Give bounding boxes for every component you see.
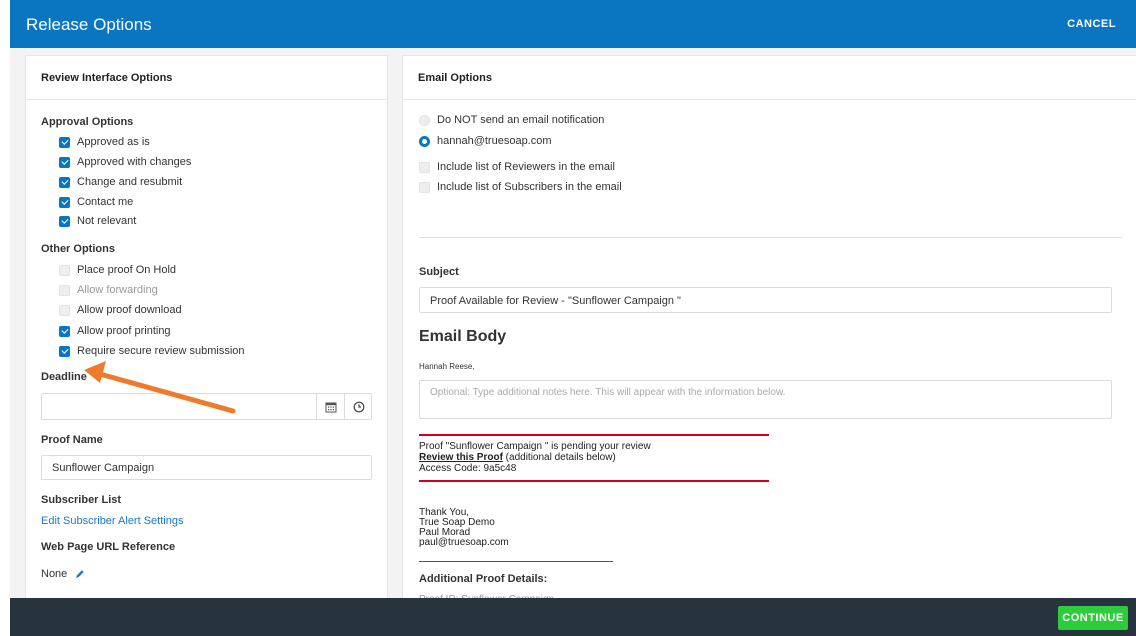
- annotation-arrow: [84, 361, 236, 414]
